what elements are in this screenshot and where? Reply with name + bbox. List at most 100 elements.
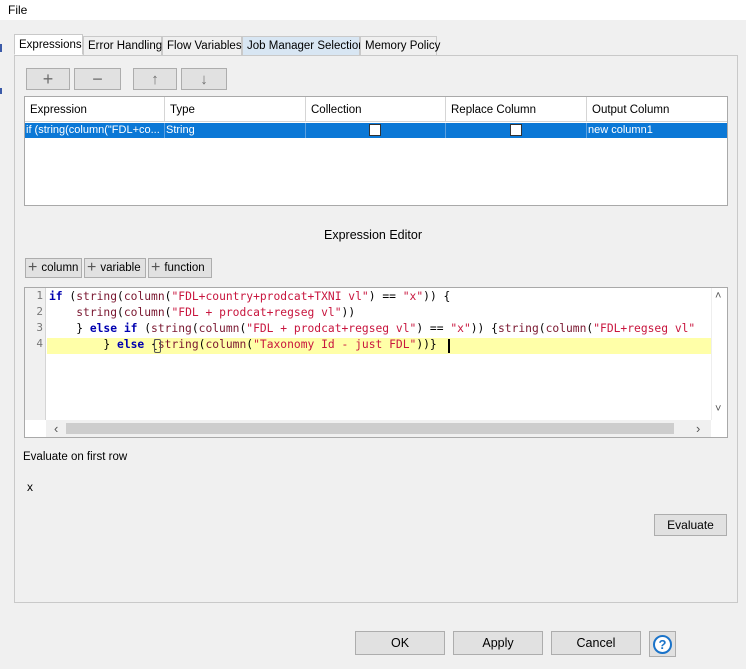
remove-row-button[interactable]: −: [74, 68, 121, 90]
code-text: ))}: [416, 338, 437, 351]
code-text: ) ==: [368, 290, 403, 303]
tab-job-manager-selection[interactable]: Job Manager Selection: [242, 36, 365, 56]
cell-replace-column: [446, 123, 587, 138]
code-text: (: [117, 306, 124, 319]
cancel-button[interactable]: Cancel: [551, 631, 641, 655]
insert-column-label: column: [41, 262, 79, 274]
move-up-button[interactable]: ↑: [133, 68, 177, 90]
scroll-left-icon[interactable]: ‹: [54, 422, 58, 435]
cell-expression[interactable]: if (string(column("FDL+co...: [25, 123, 165, 138]
help-button[interactable]: ?: [649, 631, 676, 657]
code-line-2[interactable]: string(column("FDL + prodcat+regseg vl")…: [49, 305, 355, 321]
code-text: (: [117, 290, 124, 303]
collection-checkbox[interactable]: [369, 124, 381, 136]
keyword: else if: [89, 322, 138, 335]
code-line-1[interactable]: if (string(column("FDL+country+prodcat+T…: [49, 289, 450, 305]
string-literal: "FDL+country+prodcat+TXNI vl": [171, 290, 369, 303]
tab-expressions[interactable]: Expressions: [14, 34, 83, 55]
function-name: string: [151, 322, 192, 335]
cell-output-column[interactable]: new column1: [587, 123, 727, 138]
function-name: string: [497, 322, 539, 335]
evaluate-button[interactable]: Evaluate: [654, 514, 727, 536]
column-header-replace-column[interactable]: Replace Column: [446, 97, 587, 122]
column-header-type[interactable]: Type: [165, 97, 306, 122]
insert-function-button[interactable]: + function: [148, 258, 212, 278]
code-text: (: [137, 322, 152, 335]
cell-type[interactable]: String: [165, 123, 306, 138]
code-text: ) ==: [416, 322, 451, 335]
bracket-match-highlight: [154, 339, 161, 353]
apply-button[interactable]: Apply: [453, 631, 543, 655]
column-header-output-column[interactable]: Output Column: [587, 97, 727, 122]
string-literal: "x": [450, 322, 471, 335]
string-literal: "FDL+regseg vl": [593, 322, 696, 335]
text-caret: [448, 339, 450, 353]
ok-button[interactable]: OK: [355, 631, 445, 655]
scroll-right-icon[interactable]: ›: [696, 422, 700, 435]
code-text: (: [538, 322, 546, 335]
add-row-button[interactable]: +: [26, 68, 70, 90]
code-text: (: [62, 290, 77, 303]
tab-error-handling[interactable]: Error Handling: [83, 36, 162, 56]
string-literal: "FDL + prodcat+regseg vl": [171, 306, 342, 319]
function-name: column: [545, 322, 587, 335]
tab-memory-policy[interactable]: Memory Policy: [360, 36, 440, 56]
move-down-button[interactable]: ↓: [181, 68, 227, 90]
table-row[interactable]: if (string(column("FDL+co... String new …: [25, 123, 727, 138]
function-name: string: [76, 290, 118, 303]
code-text: )): [341, 306, 356, 319]
horizontal-scrollbar[interactable]: ‹ ›: [46, 420, 711, 437]
function-name: column: [123, 306, 165, 319]
string-literal: "Taxonomy Id - just FDL": [253, 338, 417, 351]
window-edge-mark: [0, 88, 2, 94]
tab-flow-variables[interactable]: Flow Variables: [162, 36, 242, 56]
arrow-down-icon: ↓: [200, 70, 208, 88]
insert-variable-label: variable: [100, 262, 141, 274]
menu-file[interactable]: File: [8, 3, 27, 17]
window-edge-mark: [0, 44, 2, 52]
string-literal: "x": [402, 290, 424, 303]
plus-icon: +: [42, 69, 54, 89]
code-text: (: [191, 322, 199, 335]
code-line-3[interactable]: } else if (string(column("FDL + prodcat+…: [49, 321, 695, 337]
insert-variable-button[interactable]: + variable: [84, 258, 146, 278]
function-name: column: [123, 290, 165, 303]
string-literal: "FDL + prodcat+regseg vl": [246, 322, 417, 335]
expression-code-editor[interactable]: 1 2 3 4 if (string(column("FDL+country+p…: [24, 287, 728, 438]
expressions-table: Expression Type Collection Replace Colum…: [24, 96, 728, 206]
function-name: column: [198, 322, 240, 335]
scroll-up-icon[interactable]: ˄: [715, 291, 721, 302]
function-name: column: [205, 338, 247, 351]
line-number-gutter: 1 2 3 4: [25, 288, 46, 420]
plus-icon: +: [28, 259, 38, 276]
line-number: 2: [36, 305, 43, 318]
line-number: 1: [36, 289, 43, 302]
cell-collection: [306, 123, 446, 138]
code-text: }: [49, 322, 90, 335]
plus-icon: +: [151, 259, 161, 276]
keyword: if: [49, 290, 63, 303]
expression-editor-title: Expression Editor: [324, 228, 422, 242]
insert-function-label: function: [164, 262, 205, 274]
evaluation-result: x: [27, 480, 33, 494]
code-text: }: [49, 338, 118, 351]
arrow-up-icon: ↑: [151, 70, 159, 88]
column-header-expression[interactable]: Expression: [25, 97, 165, 122]
line-number: 3: [36, 321, 43, 334]
replace-column-checkbox[interactable]: [510, 124, 522, 136]
scroll-down-icon[interactable]: ˅: [715, 404, 721, 415]
line-number: 4: [36, 337, 43, 350]
vertical-scrollbar[interactable]: ˄ ˅: [711, 288, 727, 420]
keyword: else: [117, 338, 145, 351]
minus-icon: −: [92, 69, 103, 89]
insert-column-button[interactable]: + column: [25, 258, 82, 278]
function-name: string: [157, 338, 199, 351]
help-icon: ?: [653, 634, 672, 654]
scrollbar-thumb[interactable]: [66, 423, 674, 434]
menu-bar: File: [0, 0, 746, 20]
evaluate-on-first-row-label: Evaluate on first row: [23, 451, 128, 463]
plus-icon: +: [87, 259, 97, 276]
code-line-4[interactable]: } else {string(column("Taxonomy Id - jus…: [49, 337, 437, 353]
column-header-collection[interactable]: Collection: [306, 97, 446, 122]
